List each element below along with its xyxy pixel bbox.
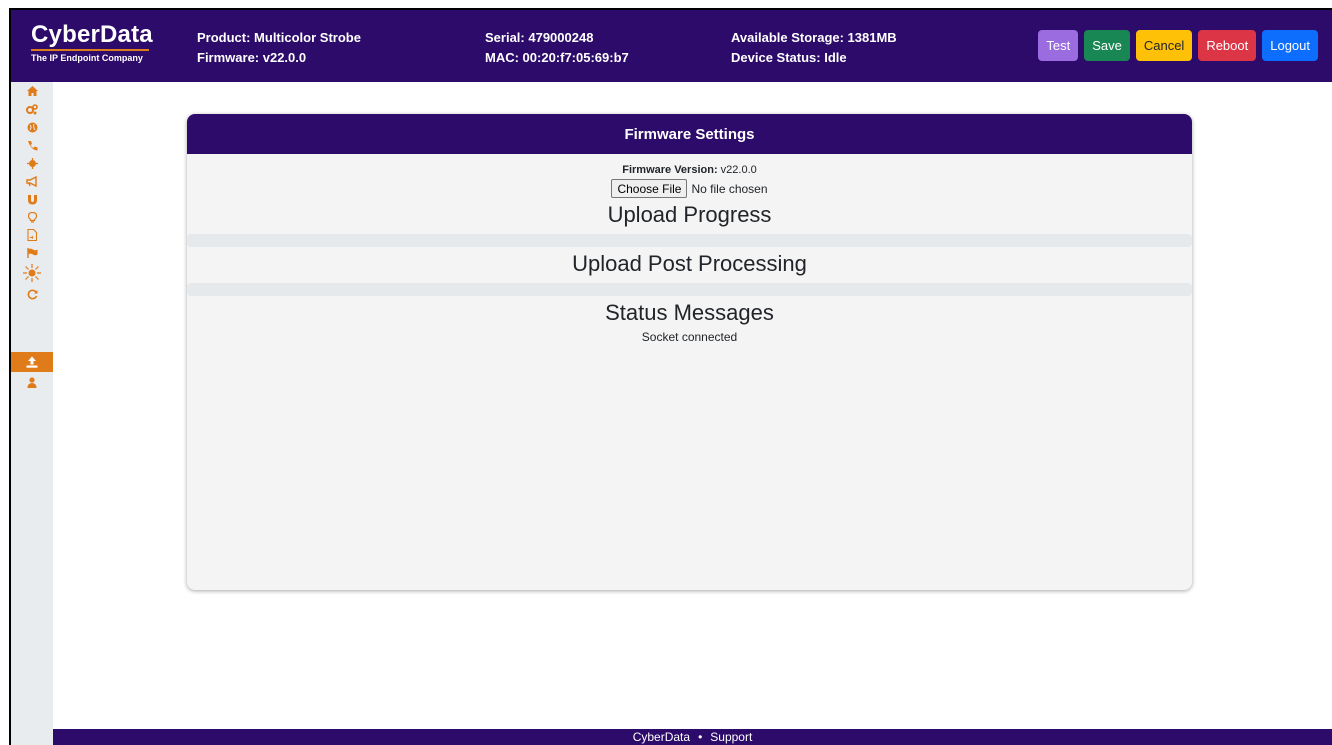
sidebar-item-light[interactable] [11,208,53,226]
status-message: Socket connected [641,330,738,344]
page-footer: CyberData • Support [53,729,1332,745]
footer-separator: • [698,730,703,744]
sidebar-item-home[interactable] [11,82,53,100]
sidebar-item-multicast[interactable] [11,172,53,190]
cancel-button[interactable]: Cancel [1135,30,1193,61]
logo-title: CyberData [31,21,153,48]
lightbulb-icon [27,211,37,223]
sidebar-item-autoprovision[interactable] [11,285,53,303]
sidebar-nav [11,82,53,745]
home-icon [26,86,38,96]
upload-icon [26,356,38,368]
firmware-settings-card: Firmware Settings Firmware Version: v22.… [187,114,1192,590]
sidebar-item-strobe[interactable] [11,262,53,284]
sidebar-item-network[interactable] [11,118,53,136]
cyberdata-logo[interactable]: CyberData The IP Endpoint Company [31,22,161,63]
sidebar-item-sip[interactable] [11,136,53,154]
refresh-icon [27,289,37,299]
firmware-version-label: Firmware Version: [622,164,718,176]
file-status-text: No file chosen [691,181,768,196]
globe-icon [27,122,37,132]
sidebar-item-events[interactable] [11,154,53,172]
logout-button[interactable]: Logout [1262,30,1318,61]
phone-icon [27,140,37,150]
firmware-version-line: Firmware Version: v22.0.0 [187,164,1192,176]
upload-progress-bar [187,234,1192,247]
strobe-icon [23,264,41,282]
sidebar-item-admin[interactable] [11,373,53,391]
test-button[interactable]: Test [1038,30,1079,61]
top-header: CyberData The IP Endpoint Company Produc… [11,10,1332,82]
file-picker: Choose File No file chosen [187,179,1192,198]
status-messages-heading: Status Messages [605,300,774,325]
header-actions: Test Save Cancel Reboot Logout [1038,30,1318,61]
device-ids: Serial: 479000248 MAC: 00:20:f7:05:69:b7 [485,28,629,68]
choose-file-button[interactable]: Choose File [611,179,688,198]
gears-icon [26,103,38,114]
footer-support-link[interactable]: Support [710,730,752,744]
product-name: Product: Multicolor Strobe [197,30,361,45]
post-processing-progress-bar [187,283,1192,296]
save-button[interactable]: Save [1084,30,1130,61]
megaphone-icon [26,175,37,187]
device-state: Available Storage: 1381MB Device Status:… [731,28,897,68]
upload-progress-heading: Upload Progress [607,202,772,227]
audio-file-icon [27,229,37,241]
flag-icon [26,248,37,258]
sun-icon [26,157,38,169]
logo-subtitle: The IP Endpoint Company [31,53,143,63]
reboot-button[interactable]: Reboot [1198,30,1257,61]
sidebar-item-sensor[interactable] [11,190,53,208]
card-title: Firmware Settings [187,114,1192,154]
footer-cyberdata-link[interactable]: CyberData [633,730,690,744]
magnet-icon [27,194,37,204]
user-icon [27,376,37,388]
available-storage: Available Storage: 1381MB [731,30,897,45]
sidebar-item-firmware[interactable] [11,352,53,372]
product-info: Product: Multicolor Strobe Firmware: v22… [197,28,361,68]
firmware-version-value: v22.0.0 [720,164,757,176]
logo-underline [31,49,149,51]
mac-address: MAC: 00:20:f7:05:69:b7 [485,50,629,65]
sidebar-item-settings[interactable] [11,100,53,118]
sidebar-item-audio[interactable] [11,226,53,244]
serial-number: Serial: 479000248 [485,30,594,45]
upload-post-processing-heading: Upload Post Processing [572,251,807,276]
device-status: Device Status: Idle [731,50,847,65]
firmware-version: Firmware: v22.0.0 [197,50,307,65]
sidebar-item-flag[interactable] [11,244,53,262]
